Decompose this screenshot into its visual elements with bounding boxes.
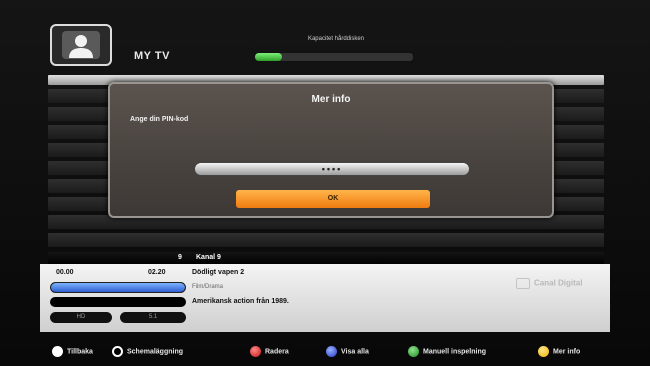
yellow-button[interactable]: Mer info xyxy=(538,346,580,358)
blue-key-icon xyxy=(326,346,337,357)
program-progress xyxy=(50,282,186,293)
program-genre: Film/Drama xyxy=(192,284,223,290)
brand-text: Canal Digital xyxy=(534,278,583,288)
green-key-icon xyxy=(408,346,419,357)
program-progress-fill xyxy=(51,283,185,292)
brand-icon xyxy=(516,278,530,289)
pin-dialog: Mer info Ange din PIN-kod •••• OK xyxy=(108,82,554,218)
program-info-panel: 00.00 02.20 Dödligt vapen 2 Film/Drama A… xyxy=(40,264,610,332)
program-description: Amerikansk action från 1989. xyxy=(192,298,289,305)
channel-strip xyxy=(48,252,604,264)
secondary-bar xyxy=(50,297,186,307)
list-item[interactable] xyxy=(48,233,604,247)
pin-input[interactable]: •••• xyxy=(194,162,470,176)
dialog-title: Mer info xyxy=(311,94,351,105)
end-time: 02.20 xyxy=(148,269,166,276)
play-icon xyxy=(112,346,123,357)
schedule-label: Schemaläggning xyxy=(127,348,184,356)
channel-number: 9 xyxy=(178,254,182,261)
blue-label: Visa alla xyxy=(341,348,369,356)
capacity-fill xyxy=(255,53,282,61)
back-arrow-icon xyxy=(52,346,63,357)
capacity-bar xyxy=(254,52,414,62)
schedule-button[interactable]: Schemaläggning xyxy=(112,346,183,358)
user-icon xyxy=(69,35,93,58)
red-key-icon xyxy=(250,346,261,357)
back-label: Tillbaka xyxy=(67,348,93,356)
yellow-label: Mer info xyxy=(553,348,581,356)
brand-logo: Canal Digital xyxy=(516,278,582,289)
capacity-label: Kapacitet hårddisken xyxy=(307,36,365,42)
audio-badge: 5.1 xyxy=(120,312,186,323)
green-label: Manuell inspelning xyxy=(423,348,487,356)
yellow-key-icon xyxy=(538,346,549,357)
pin-prompt: Ange din PIN-kod xyxy=(130,116,189,123)
back-button[interactable]: Tillbaka xyxy=(52,346,93,358)
ok-button[interactable]: OK xyxy=(236,190,430,208)
footer-bar: Tillbaka Schemaläggning Radera Visa alla… xyxy=(0,338,650,364)
hd-badge: HD xyxy=(50,312,112,323)
red-label: Radera xyxy=(265,348,289,356)
app-title: MY TV xyxy=(134,50,170,62)
blue-button[interactable]: Visa alla xyxy=(326,346,369,358)
tv-screen: MY TV Kapacitet hårddisken Mer info Ange… xyxy=(0,0,650,366)
channel-name: Kanal 9 xyxy=(196,254,221,261)
program-title: Dödligt vapen 2 xyxy=(192,269,245,276)
profile-avatar[interactable] xyxy=(50,24,112,66)
red-button[interactable]: Radera xyxy=(250,346,289,358)
green-button[interactable]: Manuell inspelning xyxy=(408,346,486,358)
start-time: 00.00 xyxy=(56,269,74,276)
